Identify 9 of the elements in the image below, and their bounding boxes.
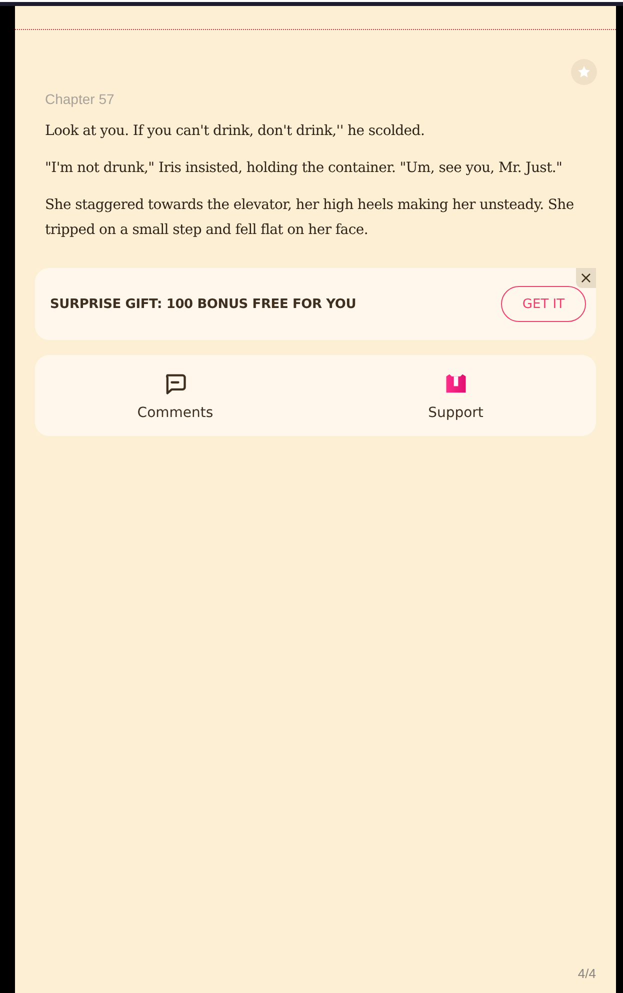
promo-text: SURPRISE GIFT: 100 BONUS FREE FOR YOU	[50, 296, 356, 312]
paragraph: Look at you. If you can't drink, don't drink,'' he scolded.	[45, 122, 426, 141]
support-button[interactable]: Support	[316, 355, 596, 436]
paragraph: "I'm not drunk," Iris insisted, holding the container. "Um, see you, Mr. Just."	[45, 159, 564, 178]
chapter-title: Chapter 57	[45, 91, 116, 107]
close-button[interactable]: ×	[576, 268, 596, 288]
comments-button[interactable]: Comments	[35, 355, 316, 436]
page-indicator: 4/4	[578, 966, 596, 981]
paragraph: She staggered towards the elevator, her high heels making her unsteady. She tripped on a small step and fell flat on her face.	[45, 196, 575, 240]
